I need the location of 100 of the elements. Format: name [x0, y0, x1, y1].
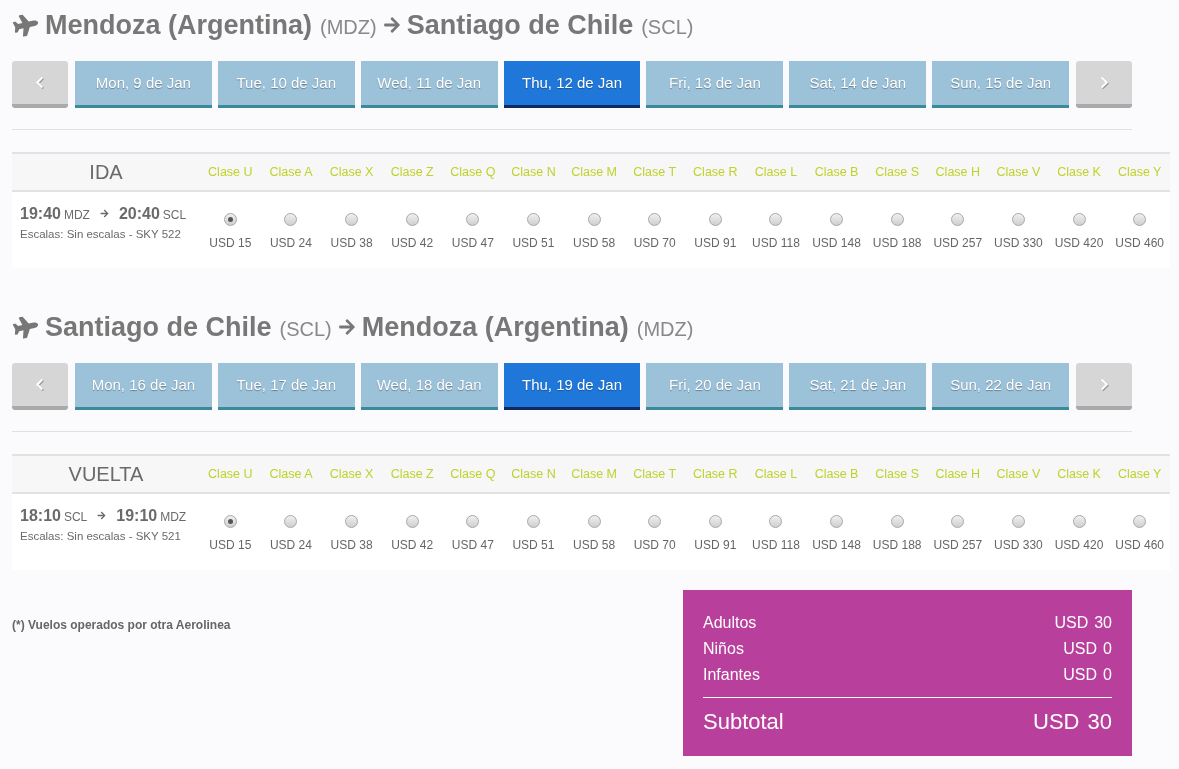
date-tab[interactable]: Mon, 16 de Jan	[74, 363, 212, 410]
date-tab[interactable]: Thu, 12 de Jan	[503, 61, 641, 108]
passenger-type: Niños	[703, 639, 744, 659]
fare-radio[interactable]	[405, 515, 419, 528]
fare-radio[interactable]	[466, 213, 480, 226]
departure-time: 19:40	[20, 204, 61, 224]
fare-radio[interactable]	[284, 515, 298, 528]
fare-radio[interactable]	[405, 213, 419, 226]
fare-radio[interactable]	[951, 515, 965, 528]
subtotal-currency: USD	[1033, 707, 1080, 736]
class-header: Clase M	[570, 465, 618, 483]
fare-radio[interactable]	[345, 213, 359, 226]
date-tab[interactable]: Thu, 19 de Jan	[503, 363, 641, 410]
departure-code: MDZ	[63, 207, 90, 224]
footnote: (*) Vuelos operados por otra Aerolinea	[12, 617, 231, 632]
fare-price: USD 118	[752, 235, 800, 252]
class-header: Clase R	[692, 465, 739, 483]
date-tab[interactable]: Tue, 17 de Jan	[217, 363, 355, 410]
class-header: Clase N	[510, 465, 557, 483]
fare-radio[interactable]	[1011, 213, 1025, 226]
date-tab[interactable]: Mon, 9 de Jan	[74, 61, 212, 108]
fare-radio[interactable]	[648, 213, 662, 226]
fare-price: USD 420	[1054, 235, 1104, 252]
currency: USD	[1054, 613, 1089, 633]
date-tab[interactable]: Fri, 13 de Jan	[646, 61, 784, 108]
fare-price: USD 70	[633, 235, 676, 252]
date-tab[interactable]: Sat, 14 de Jan	[789, 61, 927, 108]
next-dates-button[interactable]	[1076, 363, 1133, 410]
fare-radio[interactable]	[830, 213, 844, 226]
fare-radio[interactable]	[769, 213, 783, 226]
direction-label: VUELTA	[67, 462, 145, 487]
fare-price: USD 70	[633, 537, 676, 554]
fare-price: USD 42	[391, 235, 434, 252]
date-tab[interactable]: Sat, 21 de Jan	[789, 363, 927, 410]
fare-price: USD 15	[209, 537, 252, 554]
fare-price: USD 188	[872, 537, 922, 554]
destination-code: (MDZ)	[636, 317, 694, 342]
fare-price: USD 91	[694, 537, 737, 554]
date-tab[interactable]: Tue, 10 de Jan	[217, 61, 355, 108]
fare-radio[interactable]	[890, 515, 904, 528]
fare-radio[interactable]	[1072, 213, 1086, 226]
fare-price: USD 330	[994, 537, 1043, 554]
fare-radio[interactable]	[587, 213, 601, 226]
class-header: Clase N	[510, 163, 557, 181]
date-tab[interactable]: Sun, 22 de Jan	[932, 363, 1070, 410]
amount: 30	[1094, 613, 1112, 633]
fare-radio[interactable]	[345, 515, 359, 528]
date-tab[interactable]: Wed, 11 de Jan	[360, 61, 498, 108]
destination-city: Mendoza (Argentina)	[361, 311, 629, 344]
fare-radio[interactable]	[769, 515, 783, 528]
date-tab[interactable]: Sun, 15 de Jan	[932, 61, 1070, 108]
fare-radio[interactable]	[890, 213, 904, 226]
next-dates-button[interactable]	[1076, 61, 1133, 108]
fare-radio[interactable]	[526, 515, 540, 528]
class-header: Clase Z	[389, 465, 435, 483]
date-tab[interactable]: Wed, 18 de Jan	[360, 363, 498, 410]
class-header: Clase S	[874, 465, 921, 483]
fare-radio[interactable]	[830, 515, 844, 528]
fare-radio[interactable]	[223, 213, 237, 226]
fare-radio[interactable]	[1011, 515, 1025, 528]
previous-dates-button[interactable]	[12, 363, 68, 410]
fare-radio[interactable]	[708, 213, 722, 226]
fare-radio[interactable]	[223, 515, 237, 528]
subtotal-amount: 30	[1087, 707, 1112, 736]
class-header: Clase L	[753, 465, 799, 483]
previous-dates-button[interactable]	[12, 61, 68, 108]
fare-radio[interactable]	[1133, 213, 1147, 226]
currency: USD	[1063, 665, 1098, 685]
origin-city: Mendoza (Argentina)	[45, 9, 312, 42]
fare-radio[interactable]	[1133, 515, 1147, 528]
class-header: Clase H	[934, 163, 982, 181]
arrow-right-icon	[97, 510, 107, 520]
class-header: Clase B	[813, 163, 860, 181]
arrow-right-icon	[99, 208, 109, 218]
fare-radio[interactable]	[526, 213, 540, 226]
fare-price: USD 330	[994, 235, 1043, 252]
origin-code: (MDZ)	[320, 15, 377, 40]
flight-details: Escalas: Sin escalas - SKY 522	[20, 227, 182, 242]
fare-radio[interactable]	[284, 213, 298, 226]
class-header: Clase S	[874, 163, 921, 181]
fare-price: USD 15	[209, 235, 252, 252]
class-header: Clase L	[753, 163, 799, 181]
class-header: Clase X	[328, 465, 375, 483]
passenger-type: Infantes	[703, 665, 760, 685]
class-header: Clase A	[268, 163, 314, 181]
fare-radio[interactable]	[708, 515, 722, 528]
class-header: Clase Q	[449, 465, 497, 483]
class-header: Clase U	[207, 163, 254, 181]
fare-price: USD 24	[269, 537, 312, 554]
fare-radio[interactable]	[951, 213, 965, 226]
class-header: Clase V	[995, 163, 1042, 181]
fare-radio[interactable]	[648, 515, 662, 528]
class-header: Clase U	[207, 465, 254, 483]
fare-radio[interactable]	[466, 515, 480, 528]
fare-radio[interactable]	[587, 515, 601, 528]
destination-code: (SCL)	[641, 15, 694, 40]
fare-price: USD 24	[269, 235, 312, 252]
fare-radio[interactable]	[1072, 515, 1086, 528]
date-tab[interactable]: Fri, 20 de Jan	[646, 363, 784, 410]
class-header: Clase T	[632, 465, 678, 483]
